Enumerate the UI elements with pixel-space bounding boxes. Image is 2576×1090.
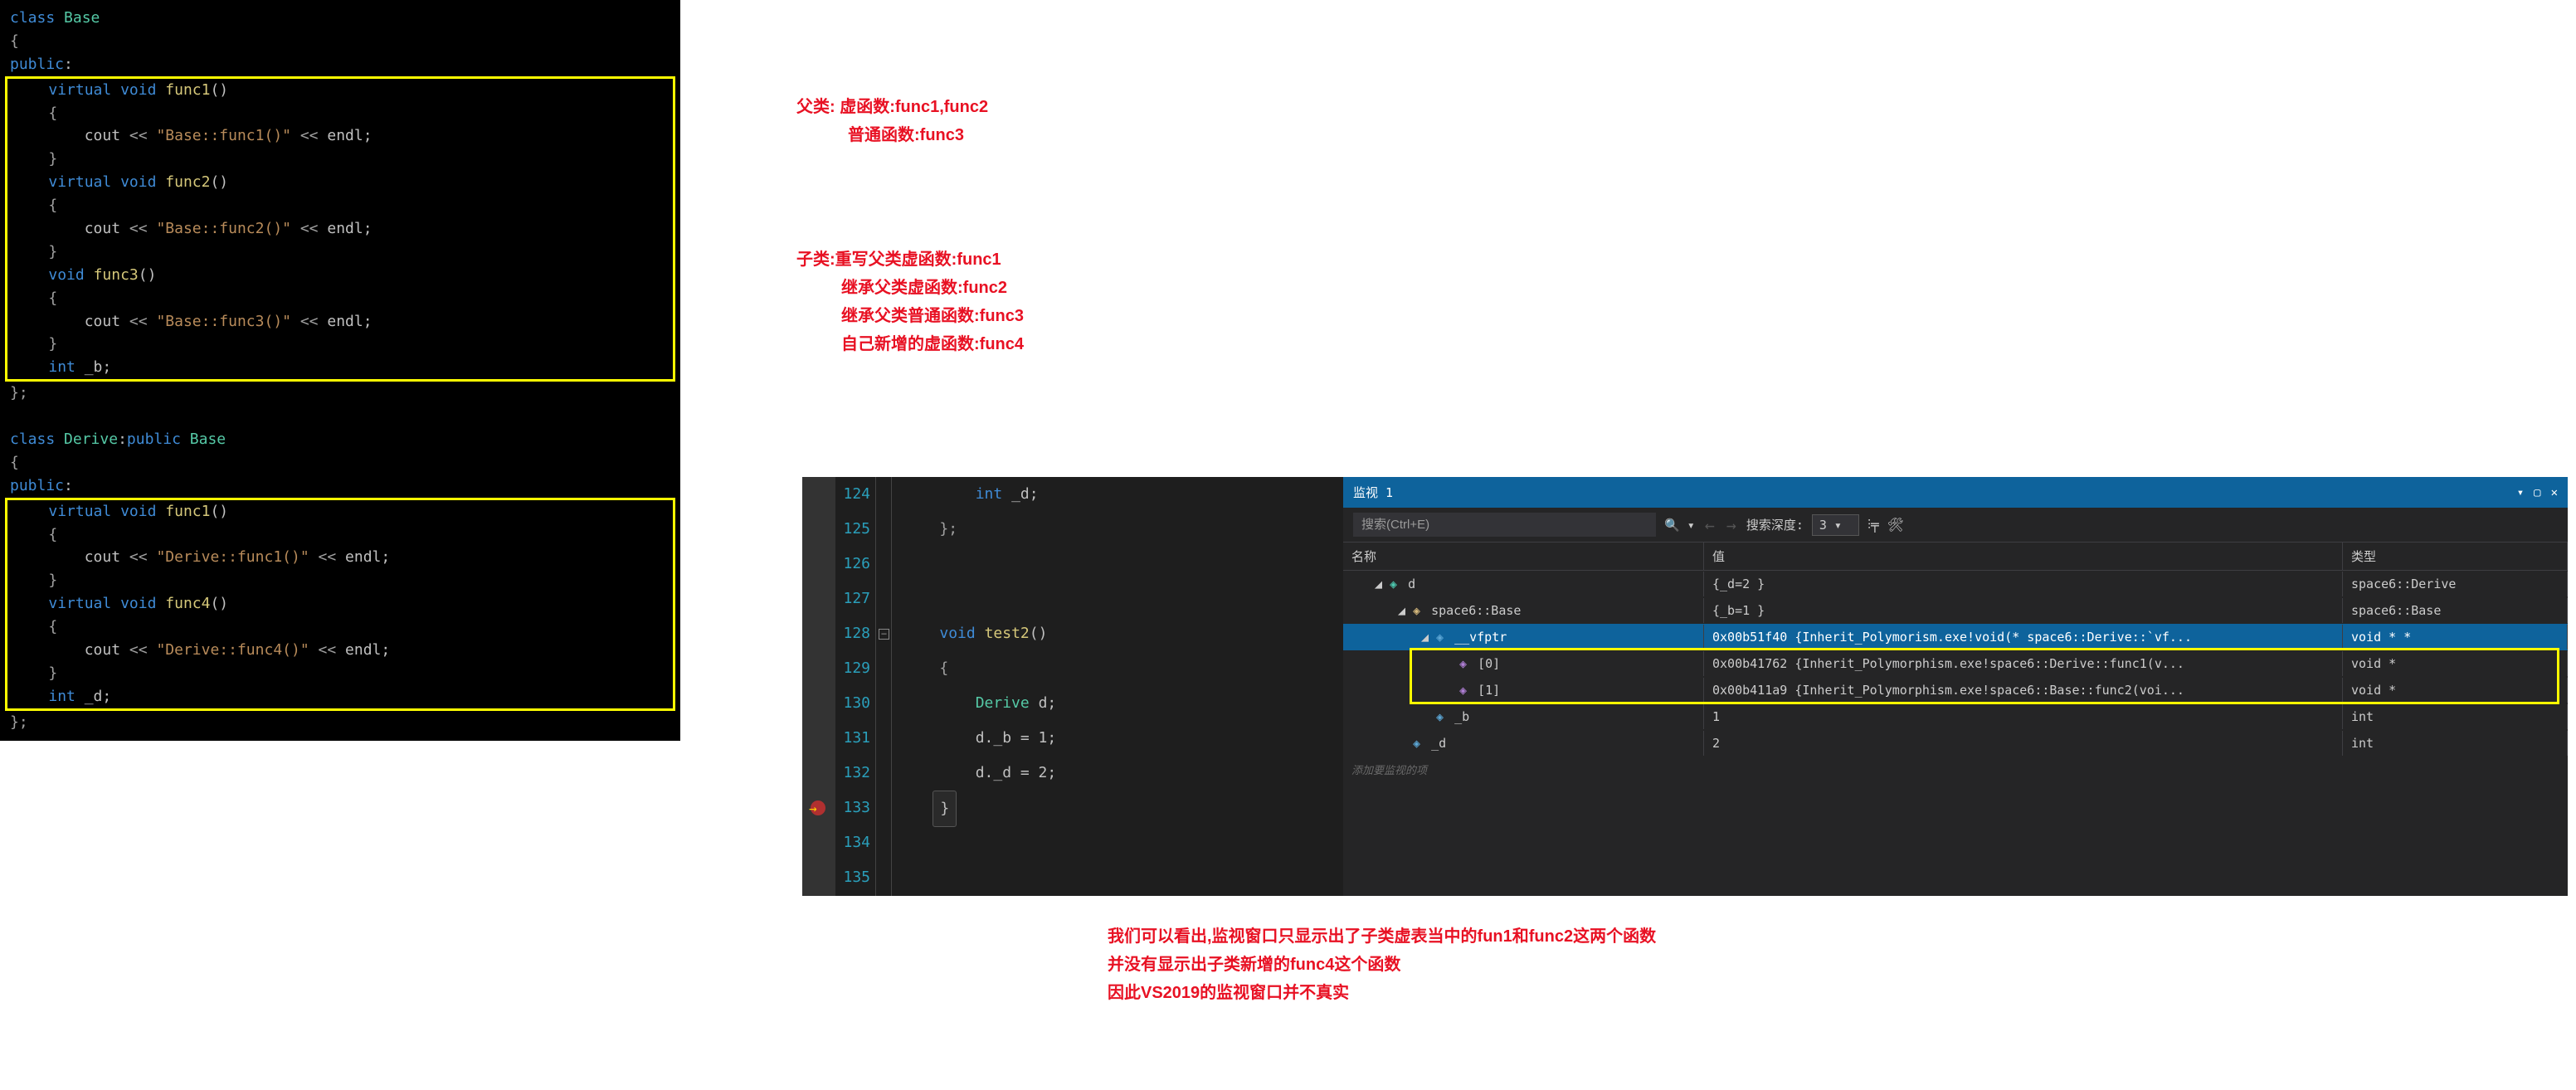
var-type: space6::Base — [2343, 598, 2568, 623]
var-type: int — [2343, 731, 2568, 756]
window-dropdown-icon[interactable]: ▾ — [2517, 486, 2524, 499]
watch-row[interactable]: ◈ _b 1int — [1343, 703, 2568, 730]
watch-row[interactable]: ◢◈ d{_d=2 }space6::Derive — [1343, 571, 2568, 597]
variable-icon: ◈ — [1459, 683, 1467, 698]
var-value: {_b=1 } — [1704, 598, 2343, 623]
debugger-panel: → 124 125 126 127 128 129 130 131 132 13… — [802, 477, 2568, 896]
variable-icon: ◈ — [1459, 656, 1467, 671]
col-name[interactable]: 名称 — [1343, 543, 1704, 570]
nav-back-icon[interactable]: ← — [1703, 515, 1717, 535]
var-name: __vfptr — [1454, 630, 1507, 645]
line-number-gutter: 124 125 126 127 128 129 130 131 132 133 … — [835, 477, 875, 896]
var-type: void * — [2343, 678, 2568, 703]
highlight-box-base: virtual void func1() { cout << "Base::fu… — [5, 76, 675, 382]
fold-gutter[interactable]: − — [875, 477, 892, 896]
source-text[interactable]: int _d; }; void test2() { Derive d; d._b… — [892, 477, 1343, 896]
var-value: 1 — [1704, 704, 2343, 729]
variable-icon: ◈ — [1436, 630, 1444, 645]
var-name: [1] — [1478, 683, 1500, 698]
watch-row[interactable]: ◈ [0] 0x00b41762 {Inherit_Polymorphism.ex… — [1343, 650, 2568, 677]
watch-title-text: 监视 1 — [1353, 484, 1393, 501]
var-name: [0] — [1478, 656, 1500, 671]
watch-toolbar: 🔍 ▾ ← → 搜索深度: 3 ▾ ⫶╤ 🛠 — [1343, 508, 2568, 543]
annotation-child: 子类:重写父类虚函数:func1 继承父类虚函数:func2 继承父类普通函数:… — [796, 246, 1024, 358]
search-icon[interactable]: 🔍 ▾ — [1664, 518, 1695, 533]
watch-row[interactable]: ◈ _d 2int — [1343, 730, 2568, 757]
watch-row[interactable]: ◢◈ __vfptr0x00b51f40 {Inherit_Polymorism… — [1343, 624, 2568, 650]
depth-select[interactable]: 3 ▾ — [1812, 514, 1859, 536]
annotation-conclusion: 我们可以看出,监视窗口只显示出了子类虚表当中的fun1和func2这两个函数 并… — [1108, 922, 1656, 1007]
var-value: 0x00b51f40 {Inherit_Polymorism.exe!void(… — [1704, 625, 2343, 650]
add-watch-placeholder[interactable]: 添加要监视的项 — [1343, 757, 2568, 782]
filter-icon[interactable]: ⫶╤ — [1867, 517, 1879, 533]
close-icon[interactable]: ✕ — [2551, 486, 2558, 499]
watch-header-row[interactable]: 名称 值 类型 — [1343, 543, 2568, 571]
watch-body[interactable]: ◢◈ d{_d=2 }space6::Derive◢◈ space6::Base… — [1343, 571, 2568, 896]
watch-row[interactable]: ◈ [1] 0x00b411a9 {Inherit_Polymorphism.ex… — [1343, 677, 2568, 703]
fold-toggle-icon[interactable]: − — [879, 629, 889, 640]
nav-forward-icon[interactable]: → — [1725, 515, 1738, 535]
execution-arrow-icon: → — [809, 800, 817, 816]
variable-icon: ◈ — [1436, 709, 1444, 724]
var-type: void * — [2343, 651, 2568, 676]
var-name: d — [1408, 577, 1415, 591]
variable-icon: ◈ — [1413, 736, 1420, 751]
var-name: _b — [1454, 709, 1469, 724]
var-type: space6::Derive — [2343, 572, 2568, 596]
variable-icon: ◈ — [1413, 603, 1420, 618]
annotation-parent: 父类: 虚函数:func1,func2 普通函数:func3 — [796, 93, 988, 149]
var-value: 0x00b411a9 {Inherit_Polymorphism.exe!spa… — [1704, 678, 2343, 703]
var-value: 2 — [1704, 731, 2343, 756]
watch-title-bar[interactable]: 监视 1 ▾ ▢ ✕ — [1343, 477, 2568, 508]
var-type: void * * — [2343, 625, 2568, 650]
depth-label: 搜索深度: — [1746, 516, 1804, 533]
watch-window: 监视 1 ▾ ▢ ✕ 🔍 ▾ ← → 搜索深度: 3 ▾ ⫶╤ 🛠 名称 值 类… — [1343, 477, 2568, 896]
var-value: 0x00b41762 {Inherit_Polymorphism.exe!spa… — [1704, 651, 2343, 676]
col-value[interactable]: 值 — [1704, 543, 2343, 570]
var-type: int — [2343, 704, 2568, 729]
highlight-box-derive: virtual void func1() { cout << "Derive::… — [5, 498, 675, 711]
var-name: space6::Base — [1431, 603, 1521, 618]
var-name: _d — [1431, 736, 1446, 751]
variable-icon: ◈ — [1390, 577, 1397, 591]
maximize-icon[interactable]: ▢ — [2534, 486, 2540, 499]
col-type[interactable]: 类型 — [2343, 543, 2568, 570]
breakpoint-gutter[interactable]: → — [802, 477, 835, 896]
source-code-base-derive: class Base { public: virtual void func1(… — [0, 0, 680, 741]
debug-source[interactable]: → 124 125 126 127 128 129 130 131 132 13… — [802, 477, 1343, 896]
search-input[interactable] — [1353, 513, 1656, 537]
watch-row[interactable]: ◢◈ space6::Base{_b=1 }space6::Base — [1343, 597, 2568, 624]
var-value: {_d=2 } — [1704, 572, 2343, 596]
settings-icon[interactable]: 🛠 — [1887, 517, 1904, 533]
